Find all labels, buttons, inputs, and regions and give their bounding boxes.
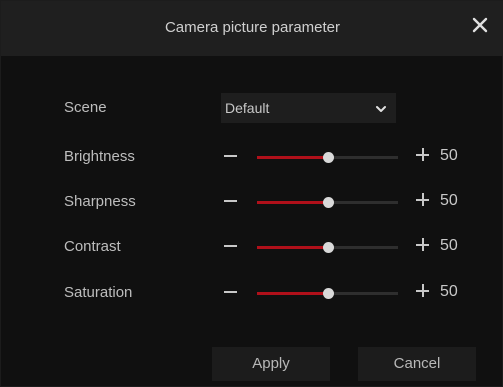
scene-select[interactable]: Default <box>221 93 396 123</box>
camera-picture-dialog: Camera picture parameter Scene Default B… <box>0 0 503 387</box>
decrease-button[interactable] <box>223 281 241 301</box>
slider-track[interactable] <box>257 152 398 163</box>
slider-thumb[interactable] <box>323 242 334 253</box>
decrease-button[interactable] <box>223 235 241 255</box>
apply-button[interactable]: Apply <box>212 347 330 381</box>
slider-label: Sharpness <box>64 193 136 210</box>
slider-thumb[interactable] <box>323 197 334 208</box>
slider-row-contrast: Contrast 50 <box>1 232 503 262</box>
slider-track[interactable] <box>257 288 398 299</box>
dialog-titlebar: Camera picture parameter <box>1 1 503 56</box>
slider-fill <box>257 156 328 159</box>
chevron-down-icon <box>375 102 387 114</box>
slider-value: 50 <box>440 283 458 300</box>
slider-value: 50 <box>440 237 458 254</box>
slider-fill <box>257 292 328 295</box>
slider-row-brightness: Brightness 50 <box>1 142 503 172</box>
slider-label: Contrast <box>64 238 121 255</box>
cancel-button[interactable]: Cancel <box>358 347 476 381</box>
scene-label: Scene <box>64 99 107 116</box>
increase-button[interactable] <box>415 237 431 253</box>
slider-value: 50 <box>440 147 458 164</box>
increase-button[interactable] <box>415 283 431 299</box>
increase-button[interactable] <box>415 192 431 208</box>
slider-fill <box>257 246 328 249</box>
slider-track[interactable] <box>257 242 398 253</box>
decrease-button[interactable] <box>223 145 241 165</box>
slider-row-saturation: Saturation 50 <box>1 278 503 308</box>
slider-label: Brightness <box>64 148 135 165</box>
slider-label: Saturation <box>64 284 133 301</box>
scene-select-value: Default <box>225 100 270 116</box>
slider-fill <box>257 201 328 204</box>
slider-thumb[interactable] <box>323 152 334 163</box>
close-icon[interactable] <box>470 15 490 35</box>
decrease-button[interactable] <box>223 190 241 210</box>
slider-track[interactable] <box>257 197 398 208</box>
scene-row: Scene Default <box>1 93 503 123</box>
slider-value: 50 <box>440 192 458 209</box>
dialog-title: Camera picture parameter <box>164 19 341 36</box>
increase-button[interactable] <box>415 147 431 163</box>
slider-thumb[interactable] <box>323 288 334 299</box>
slider-row-sharpness: Sharpness 50 <box>1 187 503 217</box>
